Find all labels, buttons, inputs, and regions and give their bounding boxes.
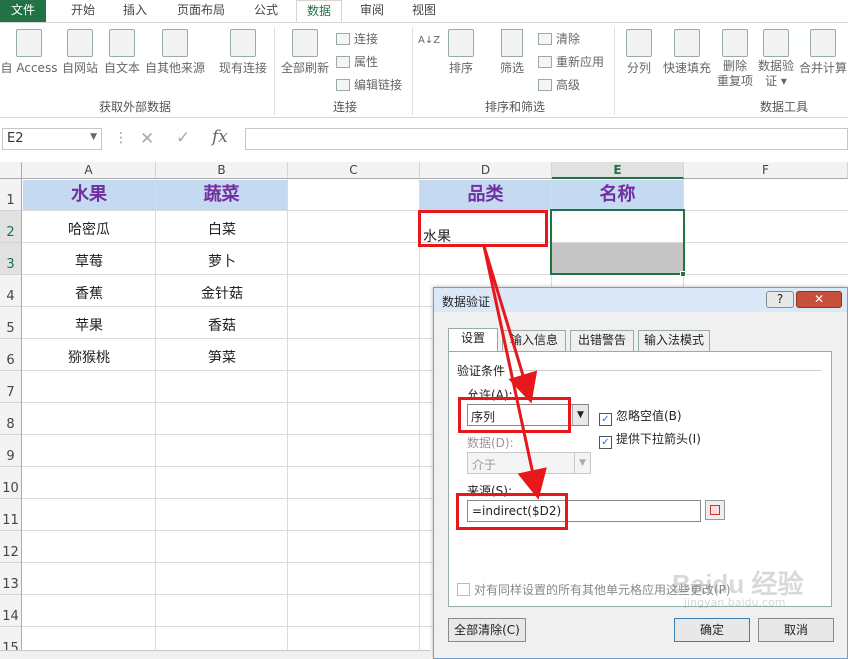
arrow-to-allow [482, 245, 538, 404]
arrow-to-source [482, 245, 547, 500]
annotation-arrows [482, 245, 547, 500]
